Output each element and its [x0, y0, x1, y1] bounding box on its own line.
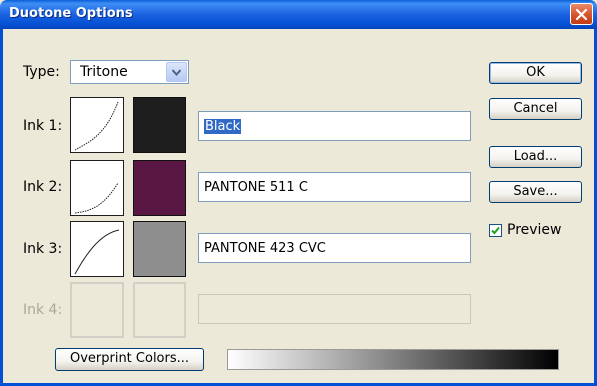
- ink-4-label: Ink 4:: [23, 302, 63, 318]
- ink-3-name: PANTONE 423 CVC: [204, 241, 326, 256]
- preview-checkbox[interactable]: [489, 224, 502, 237]
- ink-3-curve-button[interactable]: [70, 221, 124, 277]
- ink-3-color-swatch[interactable]: [133, 221, 186, 277]
- ink-3-curve-icon: [74, 229, 120, 275]
- ink-2-curve-icon: [74, 182, 119, 214]
- ink-1-curve-button[interactable]: [70, 97, 124, 153]
- ink-1-name-field[interactable]: Black: [198, 111, 471, 141]
- load-button[interactable]: Load...: [489, 146, 582, 168]
- ink-4-color-swatch: [133, 282, 186, 338]
- ink-2-color-swatch[interactable]: [133, 160, 186, 216]
- ink-2-curve-button[interactable]: [70, 160, 124, 216]
- ink-2-name-field[interactable]: PANTONE 511 C: [198, 172, 471, 202]
- ink-3-name-field[interactable]: PANTONE 423 CVC: [198, 233, 471, 263]
- ink-4-name-field: [198, 294, 471, 324]
- chevron-down-icon[interactable]: [166, 62, 187, 82]
- ink-1-color-swatch[interactable]: [133, 97, 186, 153]
- checkmark-icon: [491, 226, 500, 235]
- ink-2-label: Ink 2:: [23, 179, 63, 195]
- ink-1-label: Ink 1:: [23, 118, 63, 134]
- cancel-button[interactable]: Cancel: [489, 98, 582, 120]
- ink-3-label: Ink 3:: [23, 241, 63, 257]
- type-select[interactable]: Tritone: [70, 60, 189, 84]
- ink-1-curve-icon: [74, 101, 119, 151]
- tone-gradient-bar: [227, 349, 559, 370]
- window-title: Duotone Options: [9, 6, 133, 21]
- ink-2-name: PANTONE 511 C: [204, 180, 308, 195]
- save-button[interactable]: Save...: [489, 181, 582, 203]
- type-label: Type:: [23, 64, 60, 80]
- type-value: Tritone: [80, 64, 128, 80]
- ok-button[interactable]: OK: [489, 62, 582, 84]
- title-bar[interactable]: Duotone Options: [0, 0, 597, 29]
- close-button[interactable]: [570, 3, 593, 25]
- overprint-colors-button[interactable]: Overprint Colors...: [55, 348, 204, 371]
- ink-4-curve-button: [70, 282, 124, 338]
- close-icon: [575, 8, 588, 20]
- preview-label[interactable]: Preview: [507, 222, 562, 238]
- ink-1-name: Black: [204, 119, 242, 134]
